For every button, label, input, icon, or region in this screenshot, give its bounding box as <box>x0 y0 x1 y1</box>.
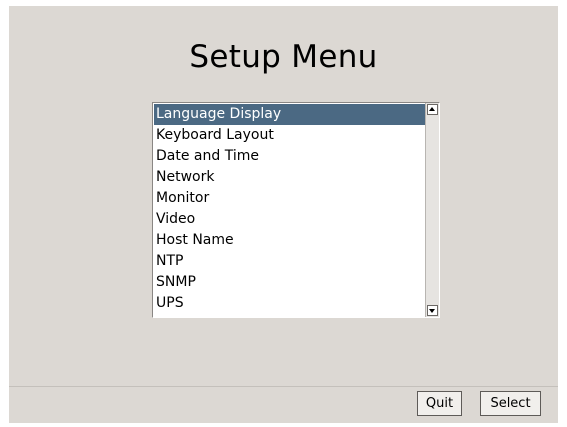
list-item-ntp[interactable]: NTP <box>154 251 425 272</box>
list-item-language-display[interactable]: Language Display <box>154 104 425 125</box>
setup-menu-list[interactable]: Language Display Keyboard Layout Date an… <box>152 102 440 318</box>
scroll-up-arrow-icon <box>429 107 435 111</box>
vertical-scrollbar[interactable] <box>425 103 439 317</box>
scroll-down-arrow-icon <box>429 309 435 313</box>
list-item-video[interactable]: Video <box>154 209 425 230</box>
list-item-network[interactable]: Network <box>154 167 425 188</box>
list-item-monitor[interactable]: Monitor <box>154 188 425 209</box>
list-item-ups[interactable]: UPS <box>154 293 425 314</box>
list-item-host-name[interactable]: Host Name <box>154 230 425 251</box>
list-item-date-and-time[interactable]: Date and Time <box>154 146 425 167</box>
list-item-keyboard-layout[interactable]: Keyboard Layout <box>154 125 425 146</box>
scroll-up-button[interactable] <box>427 104 438 115</box>
page-title: Setup Menu <box>189 39 378 75</box>
select-button[interactable]: Select <box>480 391 541 416</box>
setup-window: Setup Menu Language Display Keyboard Lay… <box>9 6 558 423</box>
scroll-down-button[interactable] <box>427 305 438 316</box>
quit-button[interactable]: Quit <box>417 391 462 416</box>
footer-divider <box>9 386 558 387</box>
menu-list-items: Language Display Keyboard Layout Date an… <box>154 104 425 317</box>
list-item-snmp[interactable]: SNMP <box>154 272 425 293</box>
